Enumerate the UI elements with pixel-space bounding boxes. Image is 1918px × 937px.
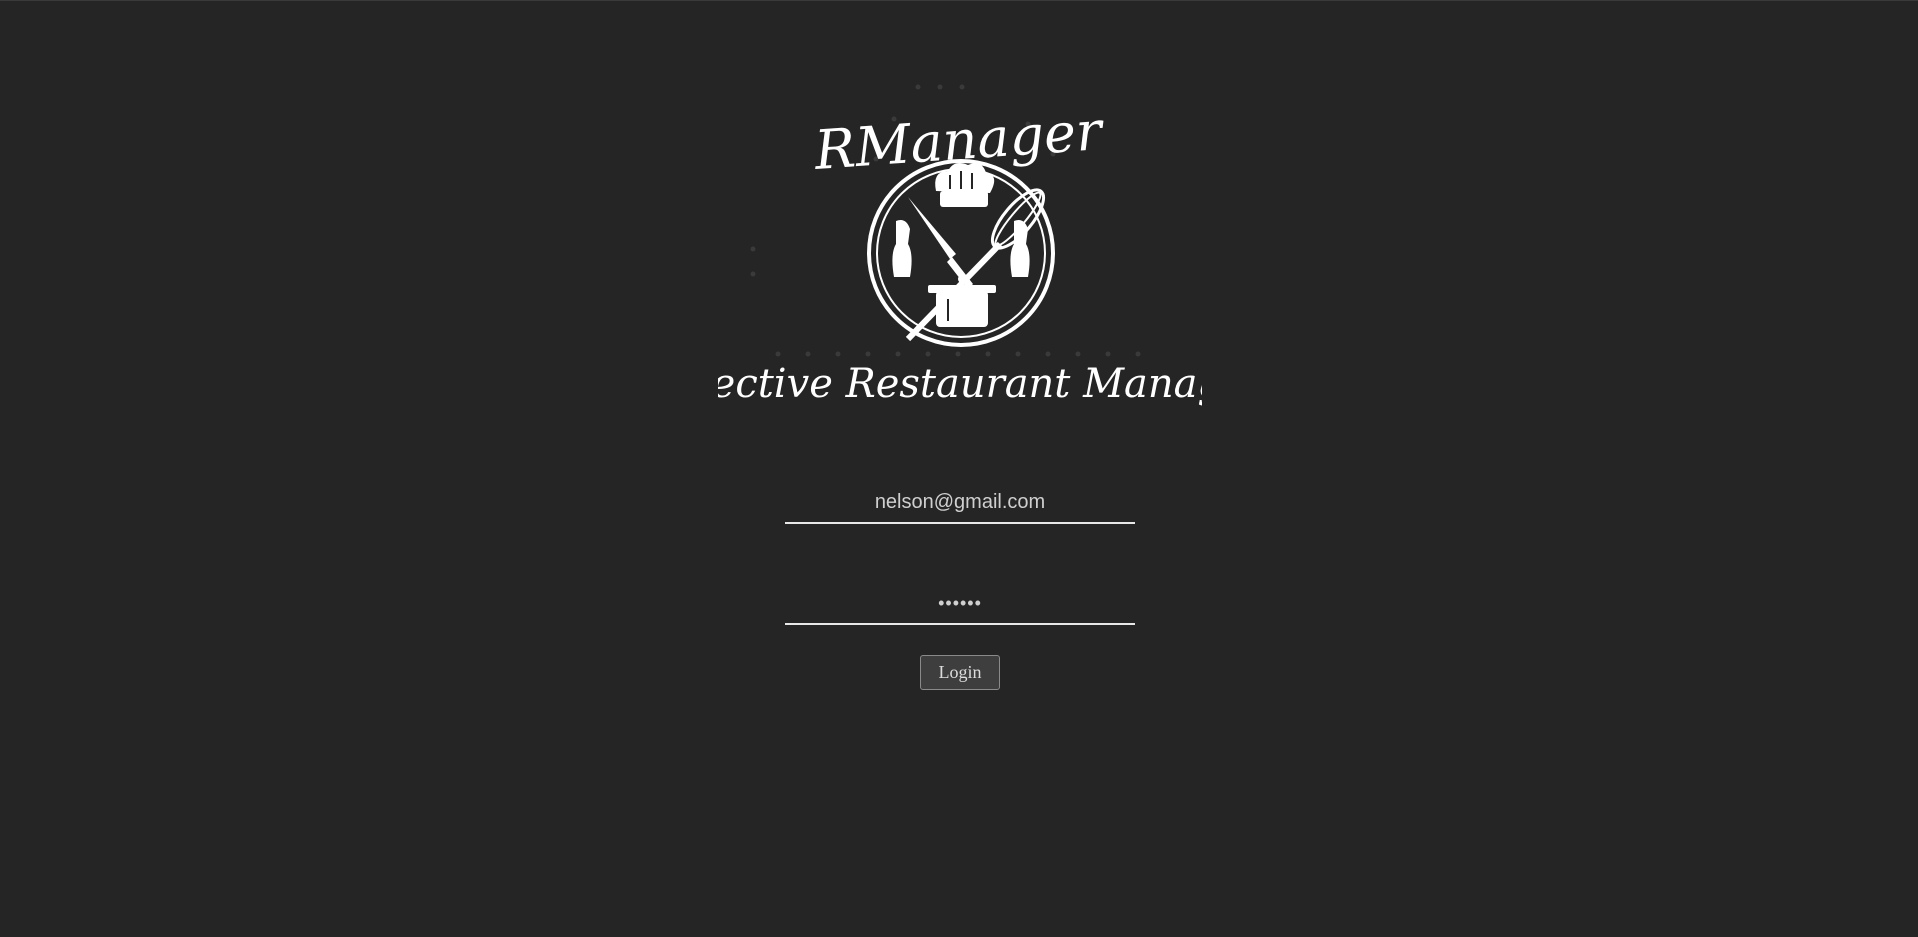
password-field[interactable]: [785, 583, 1135, 625]
email-field[interactable]: [785, 483, 1135, 524]
app-logo: RManager Effective Restaura: [718, 79, 1202, 409]
login-button[interactable]: Login: [920, 655, 1000, 690]
tagline: Effective Restaurant Manager: [718, 361, 1202, 407]
chef-utensils-emblem-icon: [867, 159, 1055, 347]
